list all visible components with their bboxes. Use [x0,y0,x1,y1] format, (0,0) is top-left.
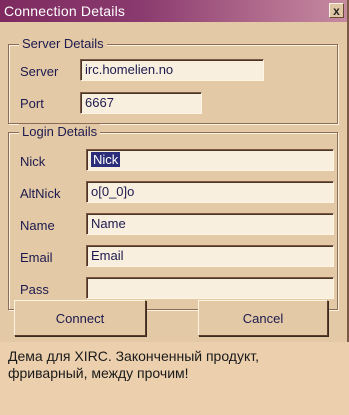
cancel-button[interactable]: Cancel [198,300,328,336]
email-input[interactable]: Email [86,245,334,267]
pass-input[interactable] [86,277,334,299]
connection-details-dialog: Connection Details x Server Details Serv… [0,0,349,342]
nick-label: Nick [20,154,46,169]
nick-selected-text: Nick [91,152,121,167]
altnick-label: AltNick [20,186,61,201]
connect-button[interactable]: Connect [14,300,146,336]
caption-text: Дема для XIRC. Законченный продукт, фрив… [0,342,349,415]
nick-input[interactable]: Nick [86,149,334,171]
close-icon[interactable]: x [329,3,344,18]
server-input[interactable]: irc.homelien.no [80,59,264,81]
port-label: Port [20,96,44,111]
name-input[interactable]: Name [86,213,334,235]
pass-label: Pass [20,282,49,297]
port-input[interactable]: 6667 [80,92,202,114]
server-label: Server [20,64,59,79]
altnick-input[interactable]: o[0_0]o [86,181,334,203]
title-bar[interactable]: Connection Details x [0,0,347,22]
login-details-label: Login Details [19,124,101,139]
server-details-label: Server Details [19,36,107,51]
window-title: Connection Details [4,3,126,19]
email-label: Email [20,250,53,265]
name-label: Name [20,218,55,233]
